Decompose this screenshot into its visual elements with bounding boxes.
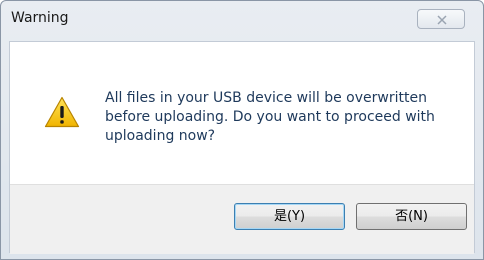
no-button[interactable]: 否(N)	[356, 203, 467, 230]
dialog-button-bar: 是(Y) 否(N)	[10, 184, 474, 254]
close-button[interactable]	[417, 9, 465, 29]
dialog-content: All files in your USB device will be ove…	[10, 42, 474, 184]
warning-triangle-icon	[44, 96, 80, 128]
close-x-icon	[437, 15, 447, 25]
dialog-window: Warning All files in your USB device wil…	[0, 0, 484, 260]
dialog-client-area: All files in your USB device will be ove…	[9, 41, 475, 254]
window-title: Warning	[11, 10, 69, 26]
yes-button[interactable]: 是(Y)	[234, 203, 345, 230]
dialog-message: All files in your USB device will be ove…	[105, 90, 435, 144]
title-bar[interactable]: Warning	[1, 1, 483, 41]
